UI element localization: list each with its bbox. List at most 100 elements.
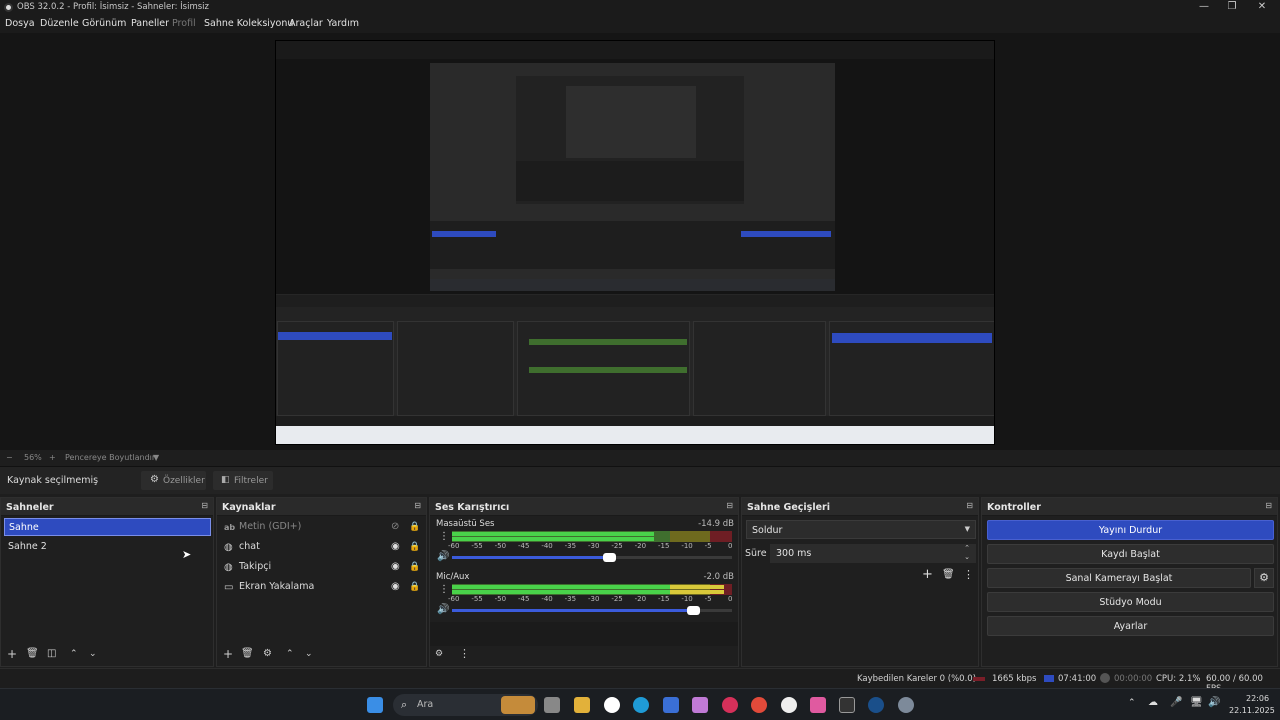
menu-dosya[interactable]: Dosya — [5, 18, 35, 29]
monitor-icon: ▭ — [224, 582, 234, 593]
network-icon[interactable]: 🖥 — [1190, 697, 1203, 708]
move-down-icon[interactable]: ⌄ — [305, 648, 313, 660]
chevron-up-icon[interactable]: ⌃ — [1128, 698, 1136, 708]
mixer-settings-icon[interactable]: ⚙ — [435, 648, 443, 660]
obs-taskbar-icon[interactable] — [604, 697, 620, 713]
chrome-icon[interactable] — [751, 697, 767, 713]
more-vertical-icon[interactable]: ⋮ — [439, 584, 449, 595]
menu-duzenle[interactable]: Düzenle — [40, 18, 79, 29]
lock-icon[interactable]: 🔒 — [409, 578, 420, 596]
record-time: 00:00:00 — [1114, 674, 1153, 684]
move-down-icon[interactable]: ⌄ — [89, 648, 97, 660]
scale-tick: -5 — [704, 542, 712, 550]
eye-icon[interactable]: ◉ — [391, 578, 400, 596]
filters-button[interactable]: ◧ Filtreler — [213, 471, 273, 490]
trash-icon[interactable]: 🗑 — [942, 569, 955, 580]
cloud-icon[interactable]: ☁ — [1148, 697, 1158, 708]
menu-paneller[interactable]: Paneller — [131, 18, 169, 29]
maximize-button[interactable]: ❐ — [1216, 0, 1248, 15]
copilot-icon[interactable] — [692, 697, 708, 713]
settings-button[interactable]: Ayarlar — [987, 616, 1274, 636]
scale-tick: -15 — [658, 542, 670, 550]
move-up-icon[interactable]: ⌃ — [70, 648, 78, 660]
scale-tick: -50 — [494, 595, 507, 603]
taskbar-search[interactable]: ⌕ Ara — [393, 694, 538, 716]
studio-mode-button[interactable]: Stüdyo Modu — [987, 592, 1274, 612]
volume-slider[interactable] — [452, 553, 732, 562]
volume-icon[interactable]: 🔊 — [1208, 697, 1220, 708]
properties-button[interactable]: ⚙ Özellikler — [141, 471, 206, 490]
fit-to-window-button[interactable]: Pencereye Boyutlandır — [65, 453, 155, 462]
zoom-out-button[interactable]: − — [6, 453, 13, 462]
volume-slider[interactable] — [452, 606, 732, 615]
speaker-icon[interactable]: 🔊 — [437, 551, 449, 562]
scale-tick: -40 — [541, 595, 553, 603]
microphone-icon[interactable]: 🎤 — [1170, 697, 1182, 708]
transition-select[interactable]: Soldur ▼ — [746, 520, 976, 539]
virtual-camera-settings-icon[interactable]: ⚙ — [1254, 568, 1274, 588]
menu-yardim[interactable]: Yardım — [327, 18, 359, 29]
source-item[interactable]: ▭ Ekran Yakalama ◉ 🔒 — [223, 578, 423, 596]
clock-date[interactable]: 22.11.2025 — [1229, 706, 1275, 715]
lock-icon[interactable]: 🔒 — [409, 558, 420, 576]
slider-knob[interactable] — [602, 553, 616, 562]
lock-icon[interactable]: 🔒 — [409, 518, 420, 536]
bitrate: 1665 kbps — [992, 674, 1037, 684]
scene-item[interactable]: Sahne — [4, 518, 211, 536]
duration-spinbox[interactable]: 300 ms ⌃ ⌄ — [770, 544, 976, 563]
menu-profil[interactable]: Profil — [172, 18, 196, 29]
opera-icon[interactable] — [722, 697, 738, 713]
edge-icon[interactable] — [633, 697, 649, 713]
eye-hidden-icon[interactable]: ⊘ — [391, 518, 399, 536]
eye-icon[interactable]: ◉ — [391, 558, 400, 576]
undock-icon[interactable]: ⊟ — [726, 501, 733, 510]
store-icon[interactable] — [663, 697, 679, 713]
gear-icon: ⚙ — [150, 474, 159, 485]
source-item[interactable]: ◍ Takipçi ◉ 🔒 — [223, 558, 423, 576]
trash-icon[interactable]: 🗑 — [26, 648, 39, 660]
close-button[interactable]: ✕ — [1246, 0, 1278, 15]
task-view-icon[interactable] — [544, 697, 560, 713]
windows-start-icon[interactable] — [367, 697, 383, 713]
zoom-in-button[interactable]: + — [49, 453, 56, 462]
menu-gorunum[interactable]: Görünüm — [82, 18, 126, 29]
menu-sahne-koleksiyonu[interactable]: Sahne Koleksiyonu — [204, 18, 293, 29]
start-virtual-camera-button[interactable]: Sanal Kamerayı Başlat — [987, 568, 1251, 588]
more-vertical-icon[interactable]: ⋮ — [439, 531, 449, 542]
more-vertical-icon[interactable]: ⋮ — [963, 568, 974, 581]
source-item[interactable]: ◍ chat ◉ 🔒 — [223, 538, 423, 556]
controls-dock: Kontroller ⊟ Yayını Durdur Kaydı Başlat … — [981, 497, 1278, 667]
start-recording-button[interactable]: Kaydı Başlat — [987, 544, 1274, 564]
add-scene-button[interactable]: + — [7, 648, 17, 660]
add-source-button[interactable]: + — [223, 648, 233, 660]
undock-icon[interactable]: ⊟ — [414, 501, 421, 510]
source-item[interactable]: ab Metin (GDI+) ⊘ 🔒 — [223, 518, 423, 536]
clock-time[interactable]: 22:06 — [1246, 694, 1269, 703]
undock-icon[interactable]: ⊟ — [1265, 501, 1272, 510]
lock-icon[interactable]: 🔒 — [409, 538, 420, 556]
slider-knob[interactable] — [686, 606, 700, 615]
add-transition-button[interactable]: + — [922, 567, 933, 582]
settings-icon[interactable] — [898, 697, 914, 713]
speaker-icon[interactable]: 🔊 — [437, 604, 449, 615]
move-up-icon[interactable]: ⌃ — [286, 648, 294, 660]
obs-running-icon[interactable] — [781, 697, 797, 713]
app-icon[interactable] — [810, 697, 826, 713]
file-explorer-icon[interactable] — [574, 697, 590, 713]
eye-icon[interactable]: ◉ — [391, 538, 400, 556]
steam-icon[interactable] — [868, 697, 884, 713]
gear-icon[interactable]: ⚙ — [263, 648, 272, 660]
scale-tick: -60 — [448, 595, 460, 603]
more-vertical-icon[interactable]: ⋮ — [459, 648, 470, 660]
chevron-down-icon[interactable]: ⌄ — [964, 553, 970, 561]
stop-stream-button[interactable]: Yayını Durdur — [987, 520, 1274, 540]
chevron-down-icon[interactable]: ▼ — [153, 453, 159, 462]
trash-icon[interactable]: 🗑 — [241, 648, 254, 660]
menu-araclar[interactable]: Araçlar — [289, 18, 323, 29]
undock-icon[interactable]: ⊟ — [966, 501, 973, 510]
undock-icon[interactable]: ⊟ — [201, 501, 208, 510]
chevron-up-icon[interactable]: ⌃ — [964, 544, 970, 552]
scene-item[interactable]: Sahne 2 — [4, 538, 211, 556]
scene-filters-icon[interactable]: ◫ — [47, 648, 56, 660]
epic-games-icon[interactable] — [839, 697, 855, 713]
